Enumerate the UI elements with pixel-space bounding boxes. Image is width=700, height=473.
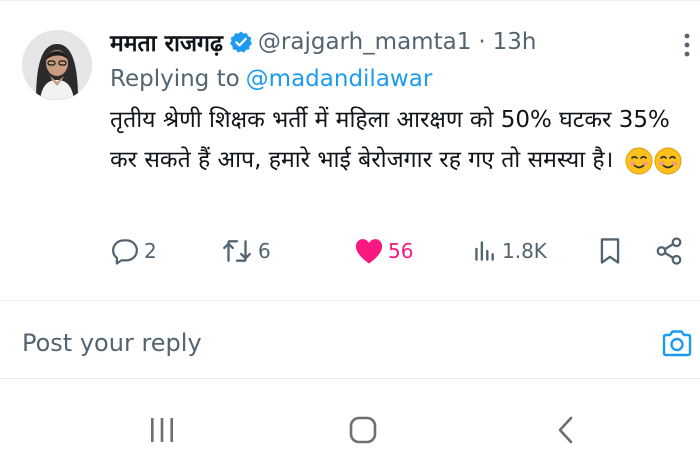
reply-underline [0, 378, 700, 379]
reply-button[interactable]: 2 [110, 233, 157, 269]
views-button[interactable]: 1.8K [472, 233, 547, 269]
reply-count: 2 [144, 239, 157, 263]
retweet-button[interactable]: 6 [220, 233, 271, 269]
bookmark-icon [600, 238, 620, 264]
share-icon [656, 237, 682, 265]
reply-bubble-icon [112, 239, 138, 265]
separator-dot: · [478, 29, 486, 55]
tweet-actions: 2 6 56 1.8K [110, 233, 690, 269]
reply-input[interactable] [22, 323, 582, 363]
tweet-header: ममता राजगढ़ @rajgarh_mamta1 · 13h [110, 25, 537, 59]
camera-icon[interactable] [660, 327, 694, 361]
avatar-photo [22, 30, 92, 100]
tweet-text: तृतीय श्रेणी शिक्षक भर्ती में महिला आरक्… [110, 107, 670, 173]
retweet-count: 6 [258, 239, 271, 263]
more-vertical-icon[interactable] [676, 32, 698, 58]
tweet-text-block: तृतीय श्रेणी शिक्षक भर्ती में महिला आरक्… [110, 100, 685, 180]
smiling-face-emoji-icon [654, 147, 682, 174]
like-count: 56 [388, 239, 414, 263]
reply-composer [0, 301, 700, 379]
avatar[interactable] [22, 30, 92, 100]
emoji-group [625, 147, 683, 175]
timestamp: 13h [492, 29, 537, 55]
views-bar-icon [475, 241, 494, 261]
retweet-icon [223, 240, 251, 262]
recents-icon[interactable] [140, 408, 184, 452]
share-button[interactable] [654, 233, 684, 269]
like-button[interactable]: 56 [354, 233, 413, 269]
replying-to-handle[interactable]: @madandilawar [246, 66, 433, 92]
system-navigation-bar [0, 396, 700, 466]
views-count: 1.8K [502, 239, 547, 263]
back-icon[interactable] [544, 408, 588, 452]
tweet-detail-screen: ममता राजगढ़ @rajgarh_mamta1 · 13h Replyi… [0, 0, 700, 473]
display-name[interactable]: ममता राजगढ़ [110, 26, 223, 58]
replying-to-label: Replying to [110, 66, 240, 92]
replying-to: Replying to @madandilawar [110, 62, 432, 96]
heart-icon [355, 239, 383, 264]
smiling-face-emoji-icon [625, 147, 653, 174]
bookmark-button[interactable] [596, 233, 624, 269]
home-icon[interactable] [341, 408, 385, 452]
user-handle[interactable]: @rajgarh_mamta1 [258, 29, 471, 55]
tweet: ममता राजगढ़ @rajgarh_mamta1 · 13h Replyi… [0, 0, 700, 300]
verified-badge-icon [229, 30, 253, 54]
